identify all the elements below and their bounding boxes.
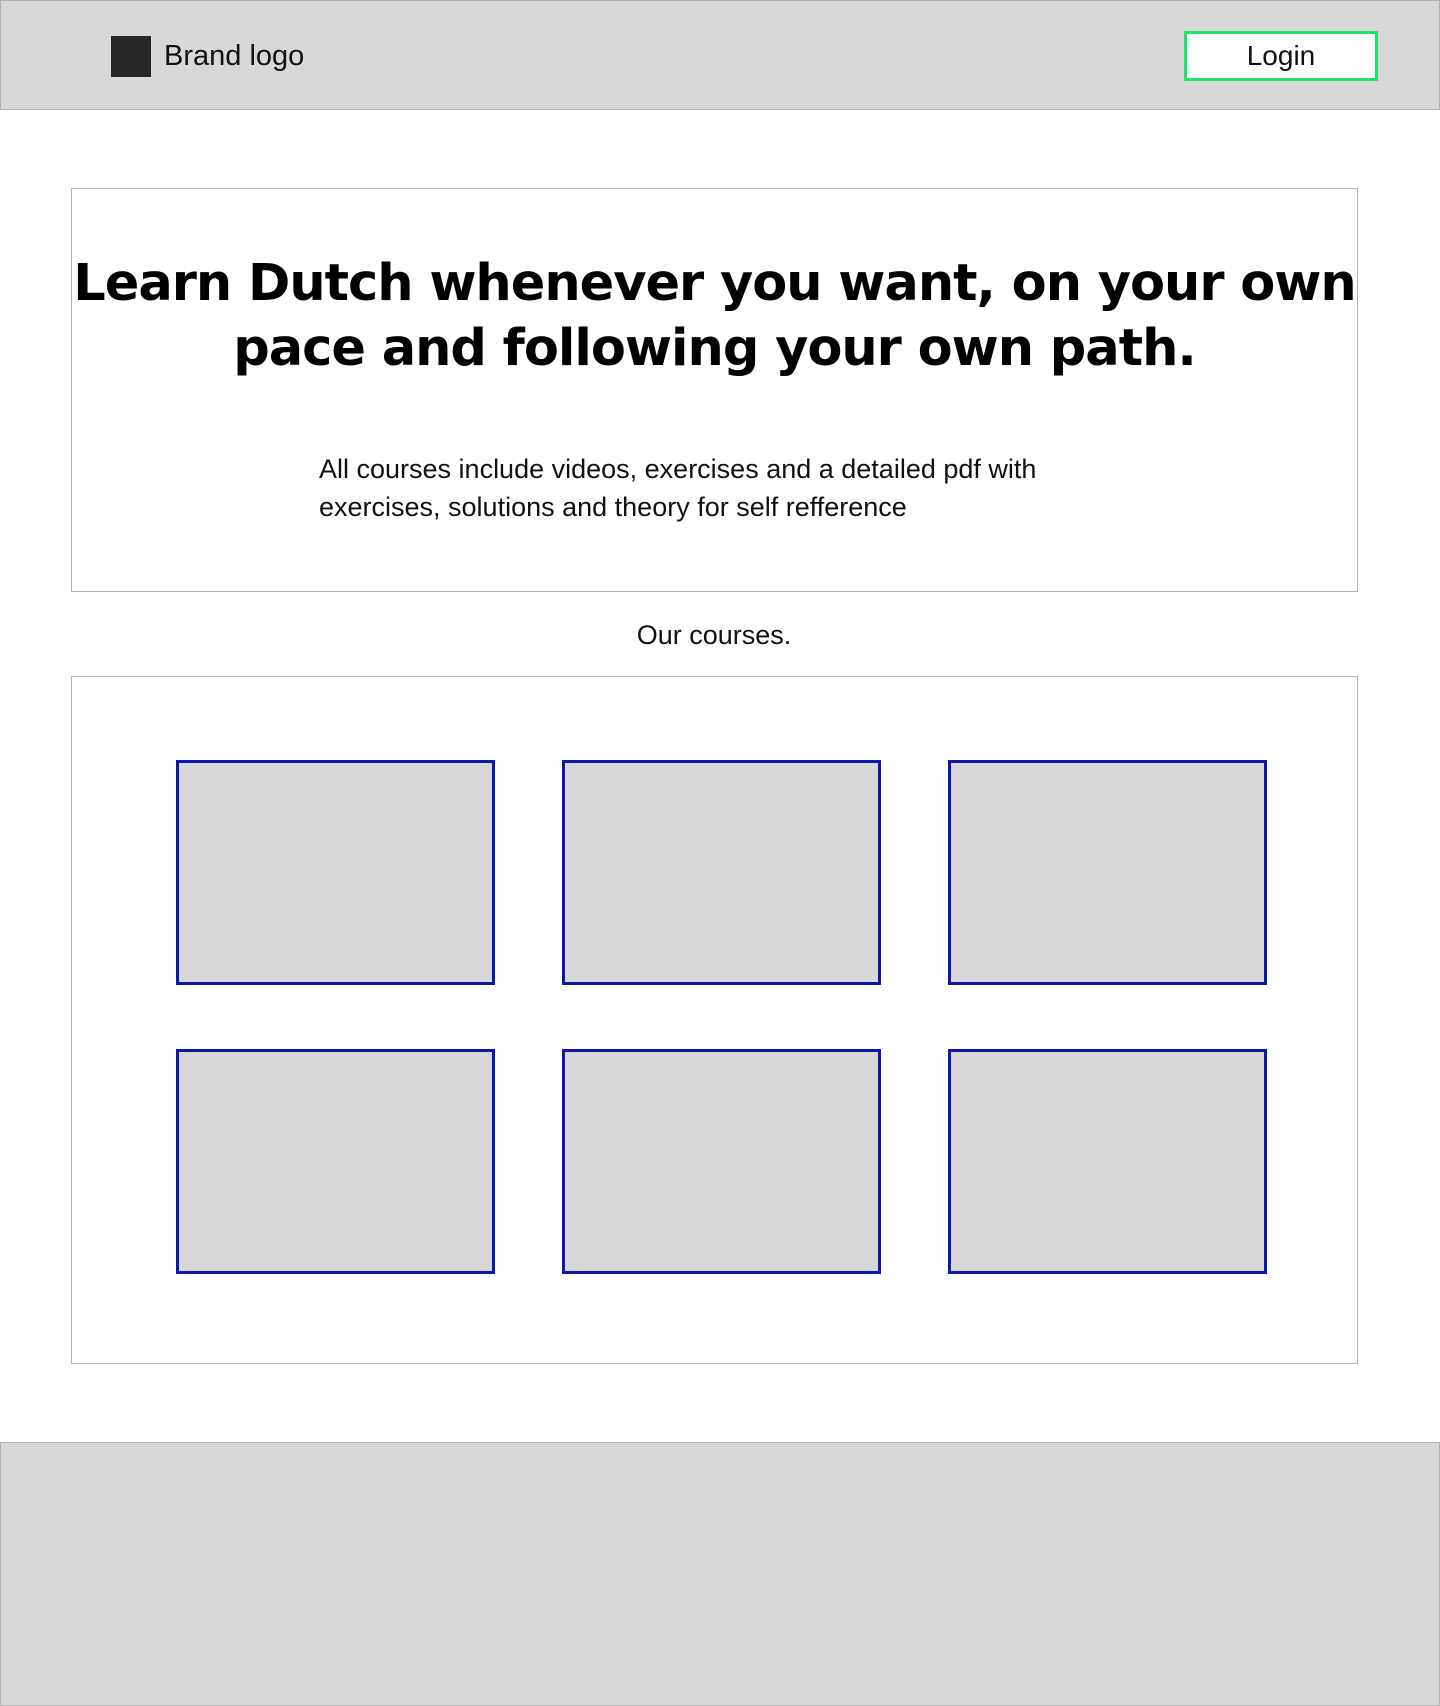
courses-heading: Our courses. [636, 620, 792, 650]
site-footer [0, 1442, 1440, 1706]
brand-logo[interactable]: Brand logo [111, 36, 304, 77]
hero-description: All courses include videos, exercises an… [319, 454, 1037, 522]
hero-section: Learn Dutch whenever you want, on your o… [71, 188, 1358, 592]
hero-title: Learn Dutch whenever you want, on your o… [73, 254, 1356, 378]
site-header: Brand logo Login [0, 0, 1440, 110]
course-card[interactable] [948, 1049, 1267, 1274]
brand-logo-icon [111, 36, 151, 77]
course-card[interactable] [562, 760, 881, 985]
brand-logo-label: Brand logo [164, 40, 305, 72]
course-card[interactable] [948, 760, 1267, 985]
course-card[interactable] [562, 1049, 881, 1274]
courses-panel [71, 676, 1358, 1364]
course-card[interactable] [176, 760, 495, 985]
login-button[interactable]: Login [1184, 31, 1378, 81]
course-card[interactable] [176, 1049, 495, 1274]
